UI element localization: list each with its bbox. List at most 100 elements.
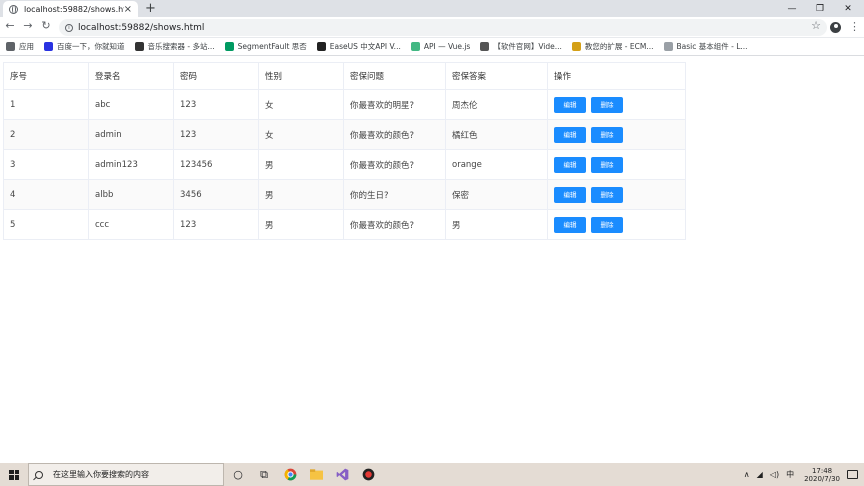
- bookmark-item[interactable]: 百度一下，你就知道: [44, 41, 125, 52]
- tab-title: localhost:59882/shows.html: [24, 4, 124, 14]
- file-explorer-icon[interactable]: [304, 463, 328, 486]
- cell-answer: 橘红色: [445, 119, 548, 150]
- header-actions: 操作: [547, 62, 686, 90]
- clock-date: 2020/7/30: [804, 474, 840, 483]
- new-tab-button[interactable]: +: [145, 1, 156, 16]
- browser-tab[interactable]: localhost:59882/shows.html ×: [3, 1, 138, 17]
- cell-question: 你最喜欢的颜色?: [343, 209, 446, 240]
- reload-icon[interactable]: ↻: [38, 19, 54, 32]
- task-view-icon[interactable]: ⧉: [252, 463, 276, 486]
- cell-gender: 女: [258, 89, 344, 120]
- kebab-menu-icon[interactable]: ⋮: [849, 21, 860, 32]
- cell-id: 1: [3, 89, 89, 120]
- delete-button[interactable]: 删除: [591, 126, 623, 143]
- bookmark-favicon-icon: [44, 42, 53, 51]
- minimize-button[interactable]: —: [778, 0, 806, 17]
- site-info-icon[interactable]: i: [65, 23, 73, 32]
- bookmark-favicon-icon: [134, 42, 144, 51]
- cell-question: 你最喜欢的明星?: [343, 89, 446, 120]
- cell-username: admin123: [88, 149, 174, 180]
- profile-icon[interactable]: [830, 22, 841, 33]
- bookmark-item[interactable]: 教您的扩展 - ECM...: [571, 41, 654, 52]
- cell-id: 2: [3, 119, 89, 150]
- cell-username: admin: [88, 119, 174, 150]
- ime-indicator[interactable]: 中: [786, 469, 794, 480]
- cell-actions: 编辑 删除: [547, 89, 686, 120]
- cell-question: 你最喜欢的颜色?: [343, 149, 446, 180]
- taskbar: 在这里输入你要搜索的内容 ○ ⧉ ∧ ◢ ◁) 中 17:48 2020/7/3…: [0, 463, 864, 486]
- table-header-row: 序号 登录名 密码 性别 密保问题 密保答案 操作: [3, 62, 686, 90]
- cell-answer: 男: [445, 209, 548, 240]
- recorder-icon[interactable]: [356, 463, 380, 486]
- edit-button[interactable]: 编辑: [554, 186, 586, 203]
- bookmark-item[interactable]: EaseUS 中文API V...: [316, 41, 401, 52]
- browser-toolbar: ← → ↻ i ☆ ⋮: [0, 17, 864, 38]
- edit-button[interactable]: 编辑: [554, 126, 586, 143]
- cell-password: 3456: [173, 179, 259, 210]
- header-username: 登录名: [88, 62, 174, 90]
- taskbar-search-box[interactable]: 在这里输入你要搜索的内容: [28, 463, 224, 486]
- cell-password: 123: [173, 89, 259, 120]
- chevron-up-icon[interactable]: ∧: [744, 470, 750, 479]
- notification-icon[interactable]: [847, 470, 858, 479]
- bookmark-item[interactable]: 音乐搜索器 - 多站...: [134, 41, 215, 52]
- bookmark-label: SegmentFault 思否: [237, 42, 307, 51]
- bookmark-label: EaseUS 中文API V...: [329, 42, 401, 51]
- bookmark-label: 百度一下，你就知道: [57, 42, 125, 51]
- bookmark-item[interactable]: 【软件官网】Vide...: [480, 41, 562, 52]
- cell-gender: 男: [258, 209, 344, 240]
- restore-button[interactable]: ❐: [806, 0, 834, 17]
- cell-gender: 男: [258, 179, 344, 210]
- cell-id: 4: [3, 179, 89, 210]
- back-arrow-icon[interactable]: ←: [2, 19, 18, 32]
- search-placeholder: 在这里输入你要搜索的内容: [53, 470, 149, 479]
- table-row: 4 albb 3456 男你的生日? 保密 编辑 删除: [3, 179, 686, 210]
- url-input[interactable]: [78, 22, 678, 33]
- delete-button[interactable]: 删除: [591, 186, 623, 203]
- bookmark-item[interactable]: 应用: [6, 41, 34, 52]
- bookmark-favicon-icon: [316, 42, 326, 51]
- cell-actions: 编辑 删除: [547, 149, 686, 180]
- cell-answer: 周杰伦: [445, 89, 548, 120]
- delete-button[interactable]: 删除: [591, 216, 623, 233]
- bookmark-favicon-icon: [224, 42, 234, 51]
- edit-button[interactable]: 编辑: [554, 96, 586, 113]
- tab-close-icon[interactable]: ×: [124, 4, 132, 15]
- bookmark-item[interactable]: Basic 基本组件 - L...: [663, 41, 748, 52]
- volume-icon[interactable]: ◁): [770, 470, 779, 479]
- address-bar[interactable]: i ☆: [59, 19, 827, 36]
- delete-button[interactable]: 删除: [591, 96, 623, 113]
- cell-actions: 编辑 删除: [547, 179, 686, 210]
- apps-grid-icon: [6, 42, 15, 51]
- cell-password: 123: [173, 209, 259, 240]
- close-window-button[interactable]: ✕: [834, 0, 862, 17]
- globe-icon: [9, 4, 18, 14]
- clock[interactable]: 17:48 2020/7/30: [804, 467, 840, 483]
- cell-username: abc: [88, 89, 174, 120]
- user-table: 序号 登录名 密码 性别 密保问题 密保答案 操作 1 abc 123 女你最喜欢的明…: [3, 62, 686, 240]
- cell-question: 你最喜欢的颜色?: [343, 119, 446, 150]
- edit-button[interactable]: 编辑: [554, 156, 586, 173]
- forward-arrow-icon[interactable]: →: [20, 19, 36, 32]
- cell-password: 123456: [173, 149, 259, 180]
- bookmark-label: 应用: [19, 42, 34, 51]
- bookmark-item[interactable]: SegmentFault 思否: [224, 41, 307, 52]
- bookmark-star-icon[interactable]: ☆: [811, 19, 821, 32]
- table-row: 1 abc 123 女你最喜欢的明星? 周杰伦 编辑 删除: [3, 89, 686, 120]
- system-tray: ∧ ◢ ◁) 中 17:48 2020/7/30: [737, 463, 858, 486]
- cortana-icon[interactable]: ○: [226, 463, 250, 486]
- cell-answer: 保密: [445, 179, 548, 210]
- cell-id: 3: [3, 149, 89, 180]
- windows-start-icon[interactable]: [4, 463, 24, 486]
- bookmark-favicon-icon: [480, 42, 490, 51]
- header-password: 密码: [173, 62, 259, 90]
- network-icon[interactable]: ◢: [757, 470, 763, 479]
- clock-time: 17:48: [811, 466, 833, 475]
- table-row: 5 ccc 123 男你最喜欢的颜色? 男编辑 删除: [3, 209, 686, 240]
- bookmark-item[interactable]: API — Vue.js: [410, 42, 470, 51]
- chrome-icon[interactable]: [278, 463, 302, 486]
- edit-button[interactable]: 编辑: [554, 216, 586, 233]
- visual-studio-icon[interactable]: [330, 463, 354, 486]
- search-icon: [35, 470, 43, 479]
- delete-button[interactable]: 删除: [591, 156, 623, 173]
